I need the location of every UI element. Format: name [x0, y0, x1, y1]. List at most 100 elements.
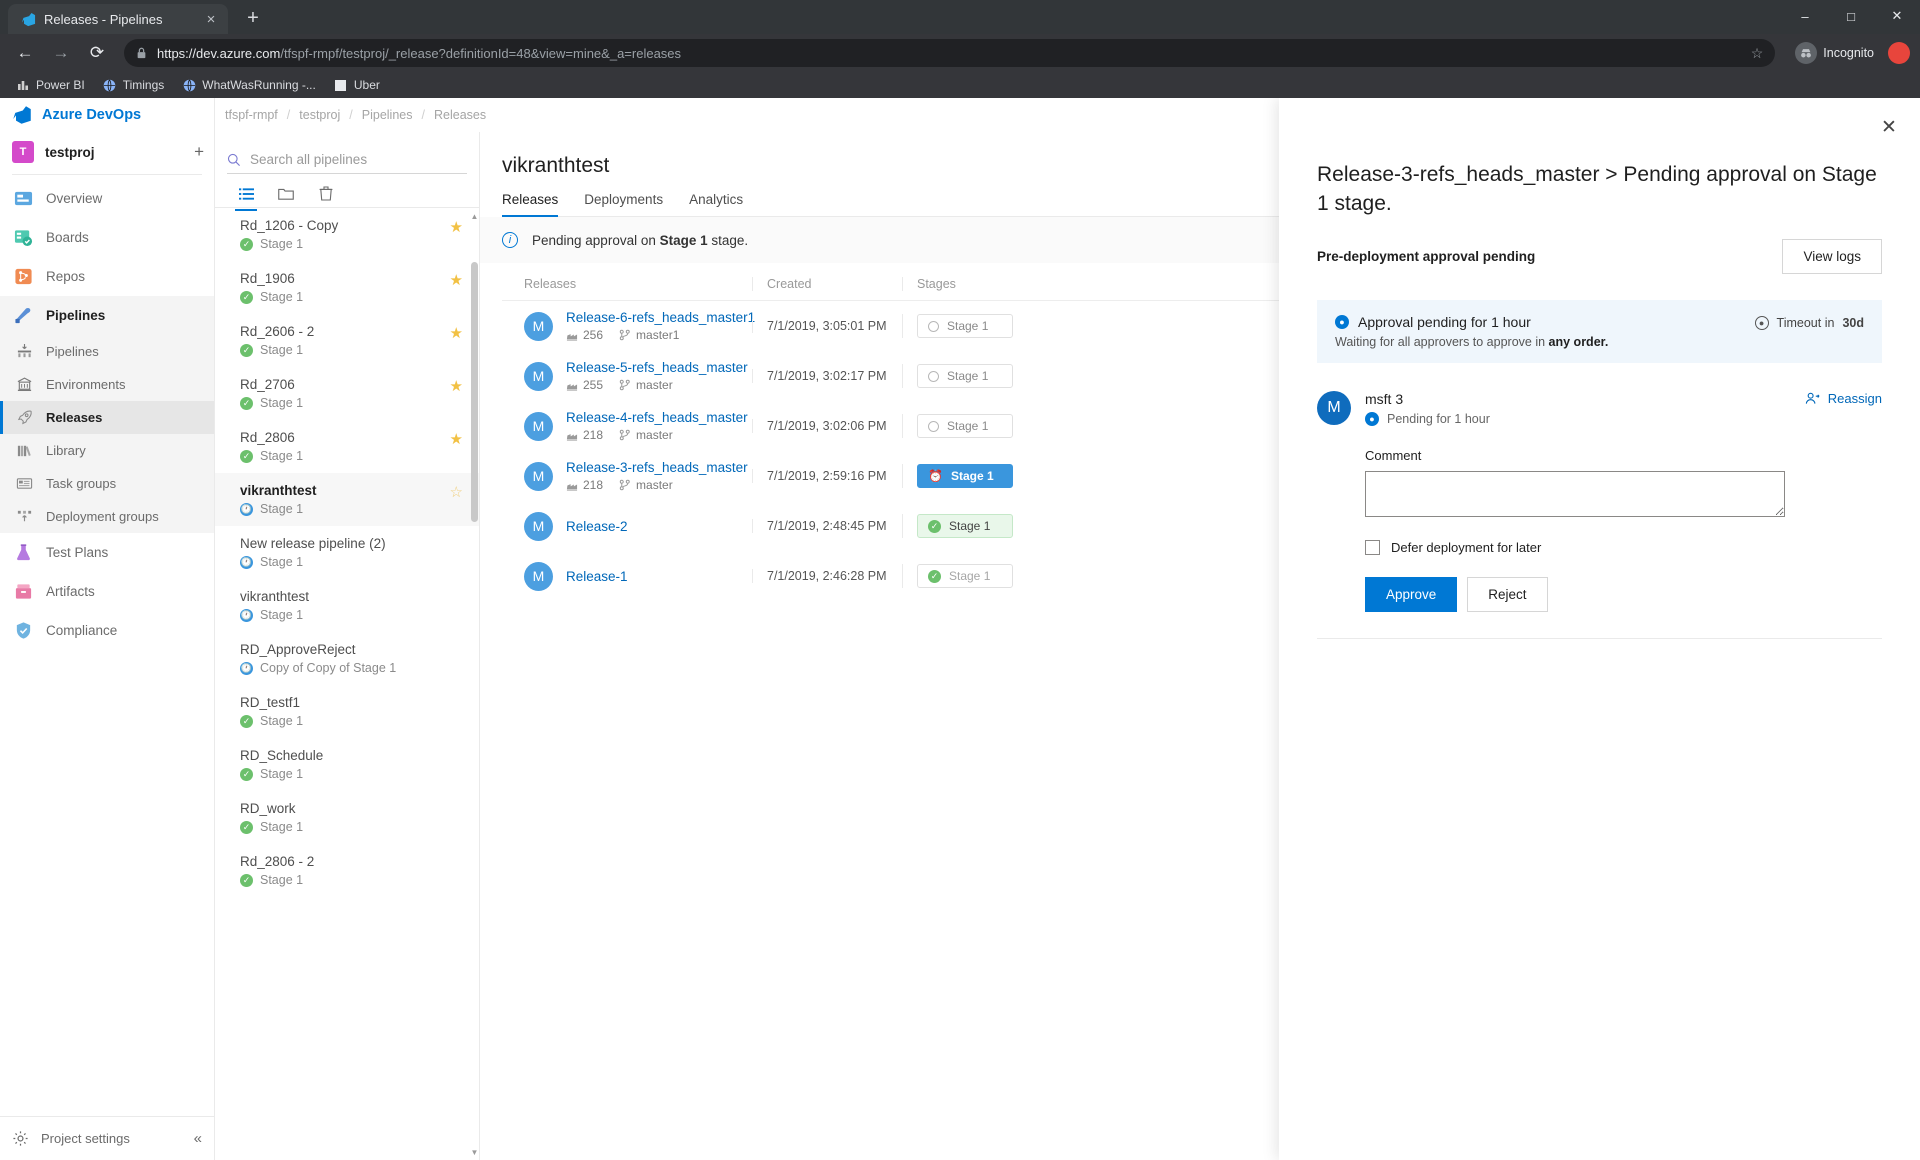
pipelines-list[interactable]: Rd_1206 - Copy ✓ Stage 1 ★ Rd_1906 ✓ Stage 1 ★… [215, 208, 479, 1160]
stage-badge[interactable]: Stage 1 [917, 364, 1013, 388]
view-logs-button[interactable]: View logs [1782, 238, 1882, 274]
list-item[interactable]: RD_testf1 ✓ Stage 1 [215, 685, 479, 738]
favorite-star-icon[interactable]: ★ [450, 324, 463, 342]
incognito-indicator[interactable]: Incognito [1787, 42, 1874, 64]
bookmark-item[interactable]: Timings [103, 78, 164, 92]
pipeline-stage: ✓ Stage 1 [240, 449, 467, 463]
minimize-button[interactable]: – [1782, 0, 1828, 32]
back-button[interactable]: ← [10, 38, 40, 68]
comment-input[interactable] [1365, 470, 1785, 517]
list-item[interactable]: vikranthtest 🕐 Stage 1 [215, 579, 479, 632]
bookmark-star-icon[interactable]: ☆ [1741, 45, 1764, 62]
pipelines-scrollbar[interactable]: ▲ ▼ [470, 208, 479, 1160]
clock-icon: 🕐 [240, 555, 253, 569]
all-pipelines-icon[interactable] [235, 183, 257, 211]
sidebar-item-overview[interactable]: Overview [0, 179, 214, 218]
maximize-button[interactable]: □ [1828, 0, 1874, 32]
add-icon[interactable]: + [194, 142, 204, 162]
list-item[interactable]: Rd_2606 - 2 ✓ Stage 1 ★ [215, 314, 479, 367]
bookmark-item[interactable]: Uber [334, 78, 380, 92]
list-item[interactable]: Rd_2806 ✓ Stage 1 ★ [215, 420, 479, 473]
release-link[interactable]: Release-5-refs_heads_master [566, 360, 748, 375]
reload-button[interactable]: ⟳ [82, 38, 112, 68]
stage-badge[interactable]: Stage 1 [917, 314, 1013, 338]
sidebar-item-deployment-groups[interactable]: Deployment groups [0, 500, 214, 533]
sidebar-item-repos[interactable]: Repos [0, 257, 214, 296]
stage-badge[interactable]: ✓ Stage 1 [917, 514, 1013, 538]
defer-deployment-row[interactable]: Defer deployment for later [1365, 539, 1882, 555]
release-link[interactable]: Release-6-refs_heads_master1 [566, 310, 755, 325]
list-item[interactable]: RD_work ✓ Stage 1 [215, 791, 479, 844]
sidebar-item-test-plans[interactable]: Test Plans [0, 533, 214, 572]
close-tab-icon[interactable]: × [202, 10, 220, 28]
approver-row: M msft 3 ● Pending for 1 hour Reassign [1317, 390, 1882, 426]
sidebar-item-task-groups[interactable]: Task groups [0, 467, 214, 500]
tab-deployments[interactable]: Deployments [584, 192, 663, 216]
favorite-star-icon[interactable]: ★ [450, 377, 463, 395]
reassign-button[interactable]: Reassign [1805, 391, 1882, 406]
azure-devops-logo[interactable]: Azure DevOps [0, 98, 214, 132]
window-close-button[interactable]: ✕ [1874, 0, 1920, 32]
pipeline-name: RD_Schedule [240, 748, 324, 763]
list-item[interactable]: New release pipeline (2) 🕐 Stage 1 [215, 526, 479, 579]
list-item[interactable]: Rd_1206 - Copy ✓ Stage 1 ★ [215, 208, 479, 261]
tab-releases[interactable]: Releases [502, 192, 559, 217]
favorite-star-icon[interactable]: ★ [450, 430, 463, 448]
reject-button[interactable]: Reject [1467, 576, 1548, 612]
address-bar[interactable]: https://dev.azure.com/tfspf-rmpf/testpro… [124, 39, 1776, 67]
search-box[interactable] [227, 146, 467, 174]
forward-button[interactable]: → [46, 38, 76, 68]
sidebar-item-artifacts[interactable]: Artifacts [0, 572, 214, 611]
defer-checkbox[interactable] [1365, 539, 1380, 555]
folder-icon[interactable] [277, 183, 295, 205]
breadcrumb-item[interactable]: Pipelines [362, 108, 413, 122]
sidebar-item-environments[interactable]: Environments [0, 368, 214, 401]
scroll-down-icon[interactable]: ▼ [470, 1146, 479, 1158]
breadcrumb-item[interactable]: tfspf-rmpf [225, 108, 278, 122]
favorite-star-icon[interactable]: ★ [450, 271, 463, 289]
close-icon[interactable]: ✕ [1878, 116, 1900, 138]
success-icon: ✓ [240, 820, 253, 834]
list-item[interactable]: Rd_2706 ✓ Stage 1 ★ [215, 367, 479, 420]
delete-icon[interactable] [317, 183, 335, 205]
sidebar-item-library[interactable]: Library [0, 434, 214, 467]
sidebar-item-pipelines-group[interactable]: Pipelines [0, 296, 214, 335]
new-tab-button[interactable]: + [238, 3, 268, 33]
tab-analytics[interactable]: Analytics [689, 192, 743, 216]
favorite-star-icon[interactable]: ★ [450, 218, 463, 236]
release-link[interactable]: Release-1 [566, 569, 628, 584]
favorite-star-icon[interactable]: ☆ [450, 483, 463, 501]
sidebar-item-boards[interactable]: Boards [0, 218, 214, 257]
bookmark-item[interactable]: WhatWasRunning -... [182, 78, 316, 92]
collapse-rail-icon[interactable]: « [194, 1130, 202, 1147]
browser-tab[interactable]: Releases - Pipelines × [8, 4, 228, 34]
build-value: 218 [583, 478, 604, 492]
bookmark-item[interactable]: Power BI [16, 78, 85, 92]
stage-badge[interactable]: ✓ Stage 1 [917, 564, 1013, 588]
sidebar-item-releases[interactable]: Releases [0, 401, 214, 434]
release-link[interactable]: Release-4-refs_heads_master [566, 410, 748, 425]
list-item[interactable]: Rd_1906 ✓ Stage 1 ★ [215, 261, 479, 314]
incognito-label: Incognito [1823, 46, 1874, 60]
project-selector[interactable]: T testproj + [0, 132, 214, 172]
sidebar-item-label: Releases [46, 410, 103, 425]
release-link[interactable]: Release-2 [566, 519, 628, 534]
stage-badge[interactable]: ⏰ Stage 1 [917, 464, 1013, 488]
profile-avatar[interactable] [1888, 42, 1910, 64]
scroll-up-icon[interactable]: ▲ [470, 210, 479, 222]
approve-button[interactable]: Approve [1365, 576, 1458, 612]
list-item[interactable]: Rd_2806 - 2 ✓ Stage 1 [215, 844, 479, 897]
sidebar-item-pipelines[interactable]: Pipelines [0, 335, 214, 368]
scrollbar-thumb[interactable] [471, 262, 478, 522]
list-item[interactable]: RD_ApproveReject 🕐 Copy of Copy of Stage 1 [215, 632, 479, 685]
breadcrumb-item[interactable]: testproj [299, 108, 340, 122]
list-item[interactable]: RD_Schedule ✓ Stage 1 [215, 738, 479, 791]
stage-badge[interactable]: Stage 1 [917, 414, 1013, 438]
list-item[interactable]: vikranthtest 🕐 Stage 1 ☆ [215, 473, 479, 526]
breadcrumb-item[interactable]: Releases [434, 108, 486, 122]
project-settings-row[interactable]: Project settings « [0, 1116, 214, 1160]
search-input[interactable] [250, 152, 467, 167]
project-settings-label: Project settings [41, 1131, 130, 1146]
release-link[interactable]: Release-3-refs_heads_master [566, 460, 748, 475]
sidebar-item-compliance[interactable]: Compliance [0, 611, 214, 650]
